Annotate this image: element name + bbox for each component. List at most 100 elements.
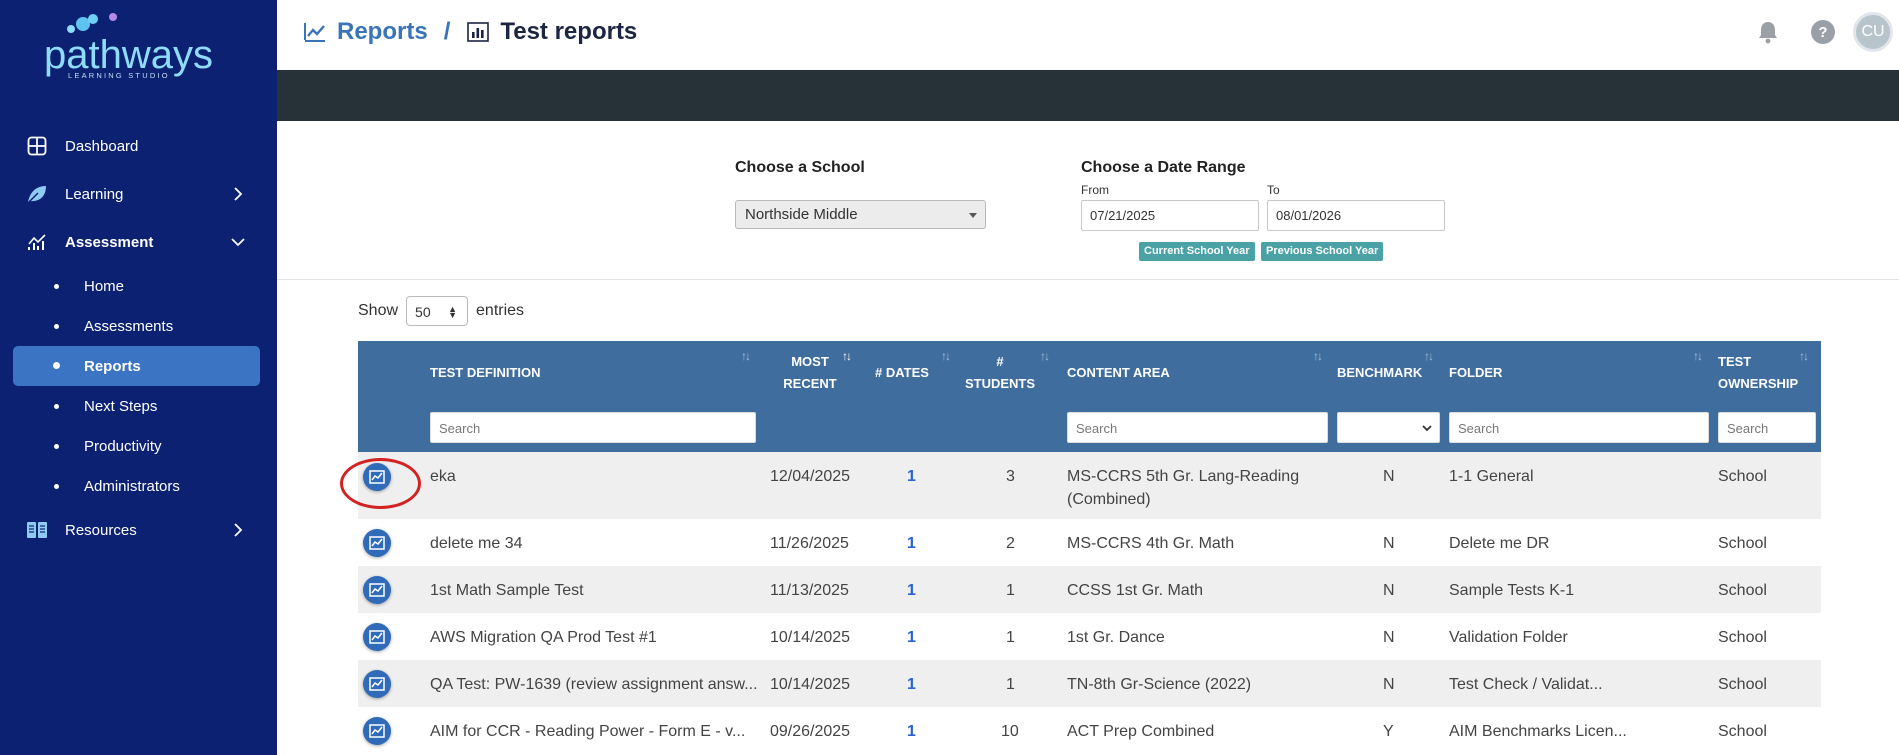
cell-students: 1 [1006, 629, 1015, 646]
updown-icon: ▲ ▼ [448, 304, 458, 320]
page-length-select[interactable]: 50 ▲ ▼ [406, 296, 469, 326]
school-label: Choose a School [735, 159, 865, 176]
sidebar-subitem-assessments[interactable]: Assessments [13, 306, 260, 346]
cell-dates-link[interactable]: 1 [907, 532, 916, 555]
table-row[interactable]: delete me 34 11/26/2025 1 2 MS-CCRS 4th … [358, 519, 1821, 566]
cell-folder: Sample Tests K-1 [1449, 582, 1575, 599]
view-report-button[interactable] [363, 717, 391, 745]
table-row[interactable]: AWS Migration QA Prod Test #1 10/14/2025… [358, 613, 1821, 660]
sidebar-item-resources[interactable]: Resources [0, 506, 277, 554]
cell-content-area-line1: MS-CCRS 5th Gr. Lang-Reading [1067, 468, 1300, 485]
cell-folder: Validation Folder [1449, 629, 1568, 646]
to-label: To [1267, 183, 1280, 197]
date-to-input[interactable]: 08/01/2026 [1267, 200, 1445, 231]
cell-content-area: CCSS 1st Gr. Math [1067, 582, 1204, 599]
ownership-search-input[interactable]: Search [1718, 412, 1816, 443]
sidebar-item-label: Assessment [65, 233, 154, 251]
sidebar-subitem-administrators[interactable]: Administrators [13, 466, 260, 506]
view-report-button[interactable] [363, 529, 391, 557]
bell-icon[interactable] [1755, 19, 1781, 45]
sort-icon[interactable]: ↑↓ [1040, 349, 1050, 363]
cell-students: 1 [1006, 582, 1015, 599]
col-most-recent[interactable]: MOST RECENT [776, 351, 844, 395]
avatar[interactable]: CU [1853, 12, 1893, 52]
sort-icon[interactable]: ↑↓ [741, 349, 751, 363]
benchmark-filter-select[interactable] [1337, 412, 1440, 443]
col-folder[interactable]: FOLDER [1449, 362, 1502, 384]
top-header: Reports / Test reports ? CU [277, 0, 1899, 70]
sidebar-subitem-productivity[interactable]: Productivity [13, 426, 260, 466]
cell-dates-link[interactable]: 1 [907, 673, 916, 696]
cell-content-area-line2: (Combined) [1067, 491, 1151, 508]
content-area-search-input[interactable]: Search [1067, 412, 1328, 443]
bullet-icon [54, 484, 59, 489]
col-test-definition[interactable]: TEST DEFINITION [430, 362, 541, 384]
col-label: STUDENTS [964, 376, 1036, 391]
page-length-value: 50 [415, 304, 431, 320]
sort-icon[interactable]: ↑↓ [1799, 349, 1809, 363]
chevron-down-icon [1422, 425, 1432, 432]
sidebar-subitem-reports[interactable]: Reports [13, 346, 260, 386]
school-select[interactable]: Northside Middle [735, 200, 986, 229]
col-students[interactable]: # STUDENTS [962, 351, 1038, 395]
show-label: Show [358, 302, 399, 319]
help-icon[interactable]: ? [1811, 20, 1835, 44]
view-report-button[interactable] [340, 458, 421, 509]
col-benchmark[interactable]: BENCHMARK [1337, 362, 1422, 384]
col-label: TEST [1718, 354, 1752, 369]
table-row[interactable]: eka 12/04/2025 1 3 MS-CCRS 5th Gr. Lang-… [340, 452, 1821, 519]
sort-icon[interactable]: ↑↓ [1693, 349, 1703, 363]
cell-students: 1 [1006, 676, 1015, 693]
pathways-logo[interactable]: pathways LEARNING STUDIO [40, 10, 240, 80]
cell-dates-link[interactable]: 1 [907, 626, 916, 649]
cell-students: 10 [1001, 723, 1019, 740]
entries-label: entries [476, 302, 525, 319]
col-dates[interactable]: # DATES [875, 362, 929, 384]
cell-dates-link[interactable]: 1 [907, 465, 916, 488]
col-content-area[interactable]: CONTENT AREA [1067, 362, 1170, 384]
previous-school-year-button[interactable]: Previous School Year [1261, 242, 1384, 261]
breadcrumb-reports-link[interactable]: Reports [303, 18, 428, 46]
breadcrumb-separator: / [443, 18, 451, 45]
view-report-button[interactable] [363, 576, 391, 604]
sort-icon[interactable]: ↑↓ [1424, 349, 1434, 363]
leaf-icon [26, 183, 48, 205]
header-actions: ? CU [1755, 12, 1899, 52]
sidebar-item-assessment[interactable]: Assessment [0, 218, 277, 266]
cell-folder: Test Check / Validat... [1449, 676, 1603, 693]
table-row[interactable]: QA Test: PW-1639 (review assignment answ… [358, 660, 1821, 707]
cell-dates-link[interactable]: 1 [907, 579, 916, 602]
toolbar-band [277, 70, 1899, 121]
sort-desc-icon[interactable]: ↑↓ [842, 349, 852, 363]
col-ownership[interactable]: TEST OWNERSHIP [1718, 351, 1798, 395]
sidebar-subitem-home[interactable]: Home [13, 266, 260, 306]
sidebar-subitem-label: Reports [84, 357, 141, 375]
current-school-year-button[interactable]: Current School Year [1139, 242, 1255, 261]
folder-search-input[interactable]: Search [1449, 412, 1709, 443]
sidebar-subitem-label: Administrators [84, 477, 180, 495]
bullet-icon [54, 404, 59, 409]
bullet-icon [54, 284, 59, 289]
sort-icon[interactable]: ↑↓ [1313, 349, 1323, 363]
table-row[interactable]: AIM for CCR - Reading Power - Form E - v… [358, 707, 1821, 754]
school-select-value: Northside Middle [745, 206, 858, 223]
cell-test-definition: eka [430, 468, 456, 485]
chevron-right-icon [234, 187, 243, 201]
sort-icon[interactable]: ↑↓ [941, 349, 951, 363]
table-row[interactable]: 1st Math Sample Test 11/13/2025 1 1 CCSS… [358, 566, 1821, 613]
cell-ownership: School [1718, 723, 1767, 740]
sidebar-item-dashboard[interactable]: Dashboard [0, 122, 277, 170]
view-report-button[interactable] [363, 670, 391, 698]
cell-dates-link[interactable]: 1 [907, 720, 916, 743]
col-label: OWNERSHIP [1718, 376, 1799, 391]
view-report-button[interactable] [363, 623, 391, 651]
cell-content-area: MS-CCRS 4th Gr. Math [1067, 535, 1235, 552]
sidebar-item-learning[interactable]: Learning [0, 170, 277, 218]
sidebar-subitem-next-steps[interactable]: Next Steps [13, 386, 260, 426]
cell-students: 2 [1006, 535, 1015, 552]
line-chart-icon [304, 23, 325, 42]
cell-most-recent: 09/26/2025 [770, 723, 851, 740]
test-definition-search-input[interactable]: Search [430, 412, 756, 443]
date-from-input[interactable]: 07/21/2025 [1081, 200, 1259, 231]
table-body: eka 12/04/2025 1 3 MS-CCRS 5th Gr. Lang-… [340, 452, 1821, 754]
